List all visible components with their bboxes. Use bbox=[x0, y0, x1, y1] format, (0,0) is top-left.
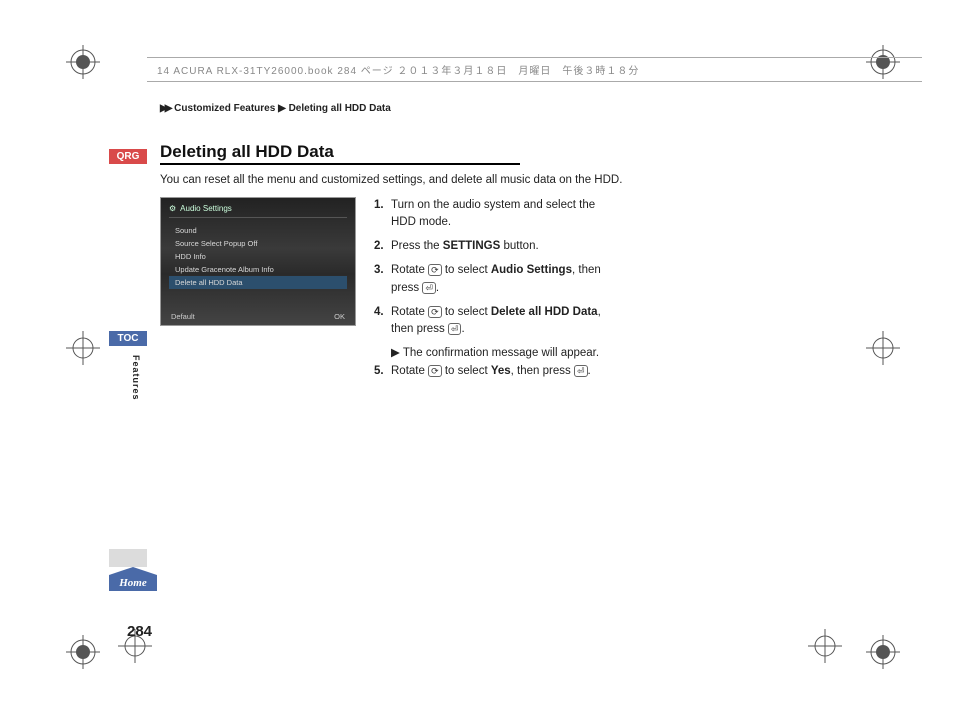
tab-qrg[interactable]: QRG bbox=[109, 149, 147, 164]
step-number: 4. bbox=[374, 304, 391, 340]
step-number: 2. bbox=[374, 238, 391, 256]
screenshot-title: Audio Settings bbox=[180, 204, 232, 213]
rotate-dial-icon: ⟳ bbox=[428, 264, 442, 276]
instruction-step: 4.Rotate ⟳ to select Delete all HDD Data… bbox=[374, 304, 606, 340]
crop-mark-icon bbox=[66, 635, 100, 669]
screenshot-menu-row: Sound bbox=[169, 224, 347, 237]
instruction-step: 3.Rotate ⟳ to select Audio Settings, the… bbox=[374, 262, 606, 298]
page-number: 284 bbox=[127, 623, 152, 640]
press-button-icon: ⏎ bbox=[448, 323, 462, 335]
content-area: ▶▶ Customized Features ▶ Deleting all HD… bbox=[160, 103, 770, 387]
page-title: Deleting all HDD Data bbox=[160, 142, 520, 165]
screenshot-audio-settings: ⚙ Audio Settings SoundSource Select Popu… bbox=[160, 197, 356, 326]
screenshot-footer-left: Default bbox=[171, 312, 195, 321]
step-text: Rotate ⟳ to select Audio Settings, then … bbox=[391, 262, 606, 298]
screenshot-menu-row: Source Select Popup Off bbox=[169, 237, 347, 250]
instruction-steps: 1.Turn on the audio system and select th… bbox=[374, 197, 606, 387]
step-text: Turn on the audio system and select the … bbox=[391, 197, 606, 233]
breadcrumb: ▶▶ Customized Features ▶ Deleting all HD… bbox=[160, 103, 770, 114]
rotate-dial-icon: ⟳ bbox=[428, 306, 442, 318]
step-text: Rotate ⟳ to select Yes, then press ⏎. bbox=[391, 363, 606, 381]
press-button-icon: ⏎ bbox=[422, 282, 436, 294]
step-number: 5. bbox=[374, 363, 391, 381]
crop-mark-icon bbox=[866, 331, 900, 365]
screenshot-menu-row: HDD Info bbox=[169, 250, 347, 263]
instruction-step: 2.Press the SETTINGS button. bbox=[374, 238, 606, 256]
rotate-dial-icon: ⟳ bbox=[428, 365, 442, 377]
tab-home[interactable]: Home bbox=[109, 575, 157, 591]
crop-mark-icon bbox=[808, 629, 842, 663]
step-text: Press the SETTINGS button. bbox=[391, 238, 606, 256]
press-button-icon: ⏎ bbox=[574, 365, 588, 377]
screenshot-footer-right: OK bbox=[334, 312, 345, 321]
instruction-step: 1.Turn on the audio system and select th… bbox=[374, 197, 606, 233]
crop-mark-icon bbox=[66, 331, 100, 365]
manual-page: 14 ACURA RLX-31TY26000.book 284 ページ ２０１３… bbox=[32, 15, 922, 655]
step-number: 1. bbox=[374, 197, 391, 233]
section-side-label: Features bbox=[131, 355, 141, 401]
screenshot-menu-row: Delete all HDD Data bbox=[169, 276, 347, 289]
crop-mark-icon bbox=[66, 45, 100, 79]
tab-toc[interactable]: TOC bbox=[109, 331, 147, 346]
tab-empty bbox=[109, 549, 147, 567]
screenshot-menu-row: Update Gracenote Album Info bbox=[169, 263, 347, 276]
breadcrumb-level-1: Customized Features bbox=[174, 103, 275, 114]
crop-mark-icon bbox=[866, 635, 900, 669]
breadcrumb-arrow-icon: ▶▶ bbox=[160, 103, 169, 114]
step-number: 3. bbox=[374, 262, 391, 298]
step-subnote: ▶ The confirmation message will appear. bbox=[391, 345, 606, 363]
instruction-step: 5.Rotate ⟳ to select Yes, then press ⏎. bbox=[374, 363, 606, 381]
gear-icon: ⚙ bbox=[169, 204, 176, 213]
print-header: 14 ACURA RLX-31TY26000.book 284 ページ ２０１３… bbox=[147, 57, 922, 82]
intro-text: You can reset all the menu and customize… bbox=[160, 173, 630, 189]
breadcrumb-arrow-icon: ▶ bbox=[278, 103, 286, 114]
step-text: Rotate ⟳ to select Delete all HDD Data, … bbox=[391, 304, 606, 340]
breadcrumb-level-2: Deleting all HDD Data bbox=[289, 103, 391, 114]
